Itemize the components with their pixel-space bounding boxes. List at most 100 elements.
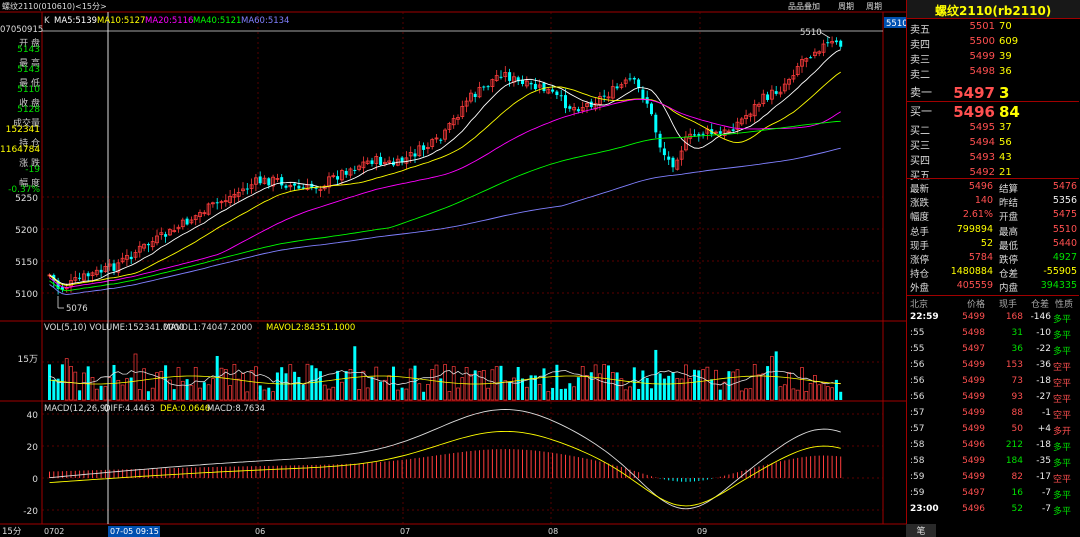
- volume-bar: [422, 391, 426, 400]
- tick-row[interactable]: :55 5497 36 -22 多平: [907, 344, 1079, 359]
- ticks-header-oi: 仓差: [1031, 300, 1050, 310]
- stat-v1: 5496: [968, 181, 993, 192]
- stat-k2: 昨结: [999, 198, 1019, 210]
- cursor-datetime: 07050915: [0, 25, 44, 35]
- ask-volume: 609: [999, 36, 1019, 47]
- ask-row[interactable]: 卖一 5497 3: [907, 84, 1079, 102]
- volume-bar: [99, 385, 103, 400]
- bid-label: 买四: [910, 156, 930, 167]
- volume-bar: [353, 346, 357, 400]
- volume-bar: [568, 383, 572, 400]
- ticks-header-time: 北京: [910, 300, 929, 310]
- cursor-time-tag: 07-05 09:15: [110, 527, 159, 536]
- volume-bar: [344, 371, 348, 400]
- ask-row[interactable]: 卖三 5499 39: [907, 51, 1079, 66]
- tick-v: 212: [1005, 440, 1023, 450]
- candle-body: [645, 97, 649, 104]
- candle-body: [439, 139, 443, 141]
- stat-v1: 405559: [956, 280, 993, 292]
- period-extra-button[interactable]: 周期: [866, 2, 882, 11]
- volume-bar: [637, 388, 641, 400]
- bid-row[interactable]: 买三 5494 56: [907, 137, 1079, 152]
- tick-row[interactable]: :57 5499 50 +4 多开: [907, 424, 1079, 439]
- candle-body: [637, 79, 641, 88]
- tick-d: -18: [1036, 440, 1051, 450]
- time-label-06: 06: [255, 527, 265, 536]
- tick-v: 73: [1011, 376, 1023, 386]
- period-button[interactable]: 周期: [838, 2, 854, 11]
- macd-value: MACD:8.7634: [207, 404, 265, 414]
- candle-body: [215, 202, 219, 204]
- bid-row[interactable]: 买二 5495 37: [907, 122, 1079, 137]
- tick-row[interactable]: :59 5497 16 -7 多平: [907, 488, 1079, 503]
- volume-bar: [297, 376, 301, 400]
- quote-panel: 螺纹2110(rb2110) 卖五 5501 70 卖四 5500 609 卖三 5499 39…: [906, 0, 1080, 537]
- stat-v2: 5440: [1052, 237, 1077, 249]
- stat-v2: 5475: [1052, 209, 1077, 221]
- tick-p: 5499: [962, 424, 985, 434]
- tick-t: :56: [910, 392, 925, 402]
- volume-bar: [667, 375, 671, 400]
- stat-v2: 4927: [1052, 252, 1077, 263]
- mavol2-label: MAVOL2:84351.1000: [266, 323, 355, 333]
- tick-t: :56: [910, 360, 925, 370]
- volume-bar: [202, 382, 206, 400]
- tick-row[interactable]: :58 5496 212 -18 多平: [907, 440, 1079, 455]
- macd-dea: DEA:0.0646: [160, 404, 210, 414]
- stat-row: 幅度 2.61% 开盘 5475: [907, 209, 1079, 223]
- candle-body: [533, 83, 537, 90]
- tick-t: 22:59: [910, 312, 939, 322]
- tick-row[interactable]: :57 5499 88 -1 空平: [907, 408, 1079, 423]
- candle-body: [284, 185, 288, 188]
- tick-row[interactable]: :56 5499 73 -18 空平: [907, 376, 1079, 391]
- tick-row[interactable]: :56 5499 153 -36 空平: [907, 360, 1079, 375]
- tick-row[interactable]: :59 5499 82 -17 空平: [907, 472, 1079, 487]
- tick-p: 5497: [962, 488, 985, 498]
- candle-body: [86, 273, 90, 277]
- volume-bar: [267, 387, 271, 400]
- tick-row[interactable]: :58 5499 184 -35 多平: [907, 456, 1079, 471]
- tick-t: :57: [910, 408, 925, 418]
- bid-row[interactable]: 买四 5493 43: [907, 152, 1079, 167]
- volume-bar: [318, 371, 322, 400]
- tick-n: 空平: [1053, 411, 1072, 421]
- bid-row[interactable]: 买五 5492 21: [907, 167, 1079, 182]
- candle-body: [551, 89, 555, 92]
- tick-row[interactable]: :55 5498 31 -10 多平: [907, 328, 1079, 343]
- tick-v: 16: [1011, 488, 1023, 498]
- volume-bar: [379, 381, 383, 400]
- ask-row[interactable]: 卖二 5498 36: [907, 66, 1079, 81]
- volume-bar: [146, 391, 150, 400]
- ask-volume: 39: [999, 51, 1012, 62]
- tick-n: 空平: [1053, 395, 1072, 405]
- candle-body: [112, 263, 116, 271]
- tick-d: -17: [1036, 472, 1051, 482]
- tick-d: -18: [1036, 376, 1051, 386]
- tick-d: -10: [1036, 328, 1051, 338]
- ask-row[interactable]: 卖五 5501 70: [907, 21, 1079, 36]
- candle-body: [314, 187, 318, 189]
- candle-body: [809, 57, 813, 59]
- volume-bar: [839, 391, 843, 400]
- bid-price: 5496: [953, 103, 995, 121]
- bid-row[interactable]: 买一 5496 84: [907, 103, 1079, 121]
- overlay-button[interactable]: 品品叠加: [788, 1, 820, 11]
- ask-label: 卖五: [910, 25, 930, 36]
- volume-bar: [185, 379, 189, 400]
- tick-row[interactable]: 22:59 5499 168 -146 多平: [907, 312, 1079, 327]
- volume-bar: [172, 389, 176, 400]
- candle-body: [336, 176, 340, 180]
- tick-t: :56: [910, 376, 925, 386]
- tick-n: 空平: [1053, 363, 1072, 373]
- volume-bar: [632, 367, 636, 400]
- tick-row[interactable]: 23:00 5496 52 -7 多平: [907, 504, 1079, 519]
- ask-label: 卖三: [910, 55, 930, 66]
- volume-bar: [314, 368, 318, 400]
- tick-t: 23:00: [910, 504, 939, 514]
- tick-row[interactable]: :56 5499 93 -27 空平: [907, 392, 1079, 407]
- left-info-value: -19: [25, 165, 40, 175]
- ticks-tab[interactable]: 笔: [906, 524, 936, 537]
- tick-t: :59: [910, 472, 925, 482]
- candle-body: [654, 114, 658, 133]
- ask-row[interactable]: 卖四 5500 609: [907, 36, 1079, 51]
